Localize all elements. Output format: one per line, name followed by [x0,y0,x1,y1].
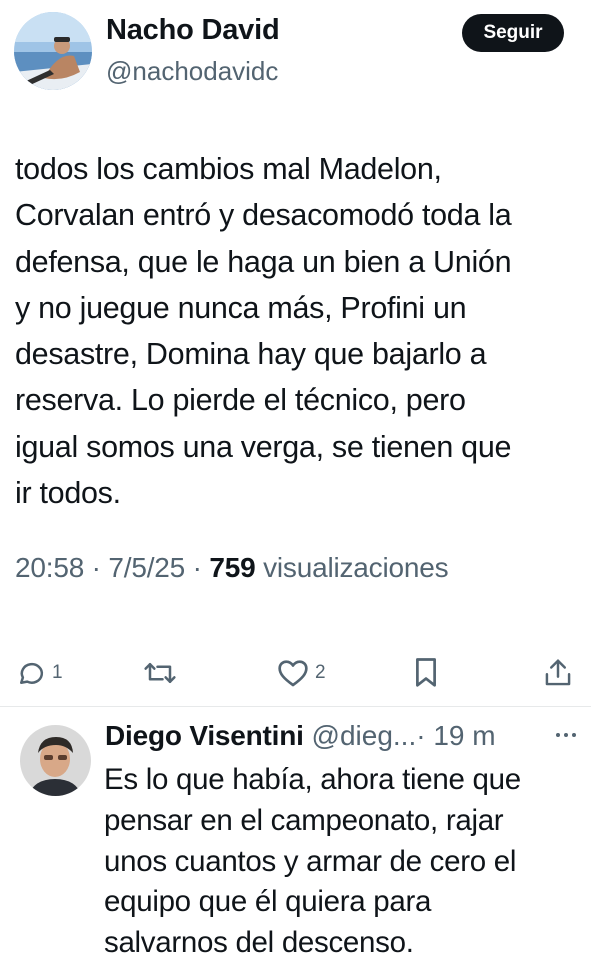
reply-icon [20,662,44,684]
divider [0,706,591,707]
like-count: 2 [315,662,326,683]
bookmark-button[interactable] [413,648,439,698]
reply-author-handle[interactable]: @dieg... [312,720,417,751]
reply-header: Diego Visentini @dieg...· 19 m [105,720,580,760]
more-icon [556,733,576,737]
share-icon [545,659,571,686]
reply-count: 1 [52,662,63,683]
heart-icon [278,660,308,687]
reply-author-avatar[interactable] [20,725,91,796]
follow-button[interactable]: Seguir [462,14,564,52]
bookmark-icon [416,658,436,687]
reply-separator: · [416,720,426,751]
reply-button[interactable]: 1 [16,648,63,698]
tweet-date[interactable]: 7/5/25 [108,552,185,583]
author-handle[interactable]: @nachodavidc [106,56,278,87]
reply-author-name[interactable]: Diego Visentini [105,720,304,751]
reply-time[interactable]: 19 m [433,720,495,751]
views-label: visualizaciones [263,552,449,583]
share-button[interactable] [543,648,573,698]
meta-separator: · [192,552,202,583]
tweet-text: todos los cambios mal Madelon, Corvalan … [15,152,512,511]
author-name[interactable]: Nacho David [106,14,280,47]
more-options-button[interactable] [553,720,579,750]
tweet-meta: 20:58 · 7/5/25 · 759 visualizaciones [15,552,449,584]
meta-separator: · [91,552,101,583]
retweet-icon [144,663,176,683]
tweet-action-bar: 1 2 [0,648,591,698]
author-avatar[interactable] [14,12,92,90]
tweet-time[interactable]: 20:58 [15,552,84,583]
views-count: 759 [209,552,256,583]
reply-text: Es lo que había, ahora tiene que pensar … [104,763,521,960]
retweet-button[interactable] [142,648,184,698]
author-avatar-image [14,12,92,90]
reply-avatar-image [20,725,91,796]
like-button[interactable]: 2 [277,648,326,698]
